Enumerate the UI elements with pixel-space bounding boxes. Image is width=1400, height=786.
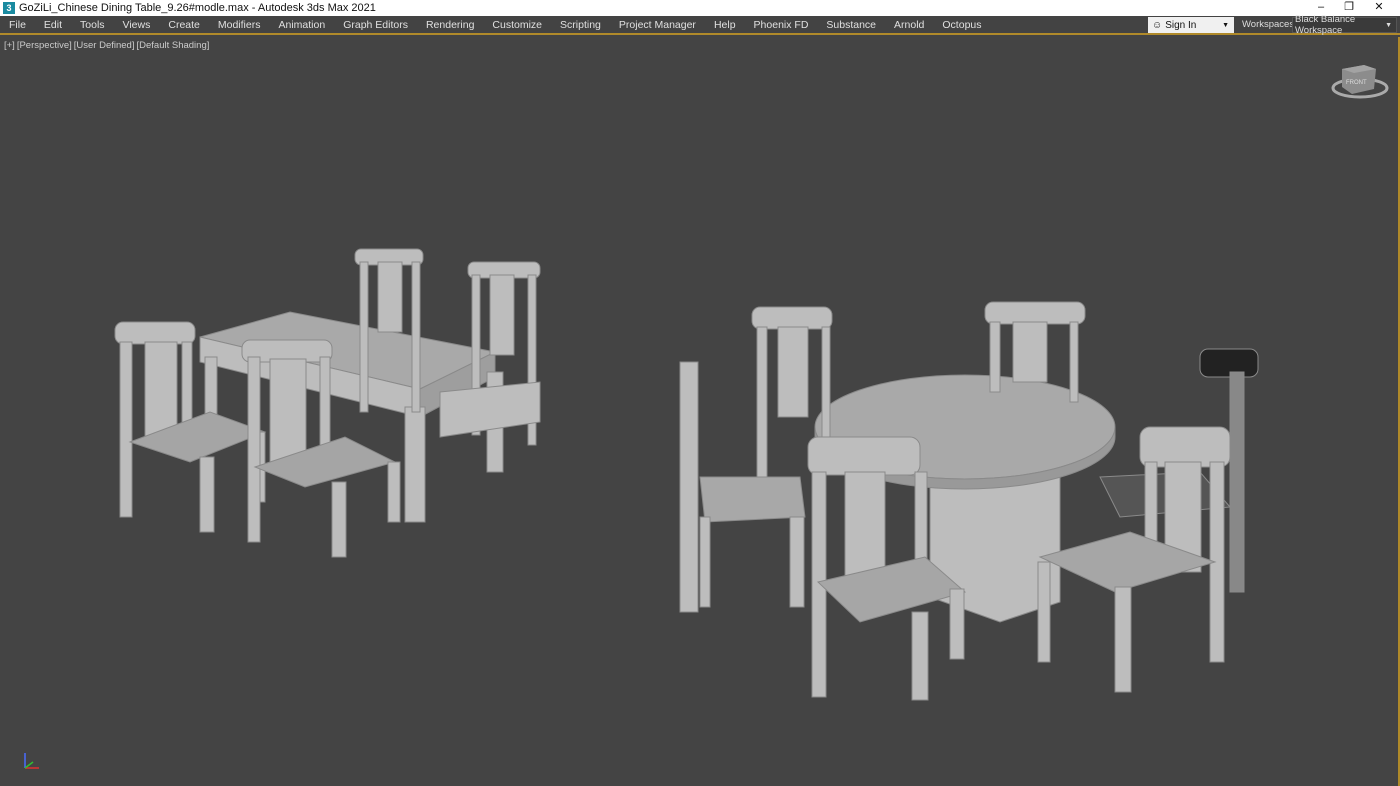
menu-file[interactable]: File (0, 19, 35, 31)
workspaces-value: Black Balance Workspace (1295, 14, 1356, 36)
menu-create[interactable]: Create (159, 19, 209, 31)
scene-render (114, 248, 1259, 701)
sign-in-dropdown[interactable]: ☺ Sign In ▼ (1148, 17, 1234, 33)
menu-phoenix-fd[interactable]: Phoenix FD (745, 19, 818, 31)
viewcube-face-label: FRONT (1346, 80, 1367, 86)
menu-substance[interactable]: Substance (817, 19, 885, 31)
menu-octopus[interactable]: Octopus (933, 19, 990, 31)
menu-customize[interactable]: Customize (483, 19, 551, 31)
menu-scripting[interactable]: Scripting (551, 19, 610, 31)
menu-views[interactable]: Views (114, 19, 160, 31)
viewport-shading[interactable]: [Default Shading] (136, 40, 209, 51)
menu-tools[interactable]: Tools (71, 19, 114, 31)
menu-edit[interactable]: Edit (35, 19, 71, 31)
title-bar: 3 GoZiLi_Chinese Dining Table_9.26#modle… (0, 0, 1400, 16)
menu-bar: File Edit Tools Views Create Modifiers A… (0, 14, 1400, 36)
menu-graph-editors[interactable]: Graph Editors (334, 19, 417, 31)
menu-animation[interactable]: Animation (269, 19, 334, 31)
workspaces-label: Workspaces: (1242, 19, 1297, 30)
menu-modifiers[interactable]: Modifiers (209, 19, 270, 31)
perspective-viewport[interactable]: [+] [Perspective] [User Defined] [Defaul… (0, 37, 1400, 786)
user-icon: ☺ (1152, 19, 1163, 31)
chevron-down-icon: ▼ (1385, 21, 1392, 29)
menu-project-manager[interactable]: Project Manager (610, 19, 705, 31)
workspaces-select[interactable]: Black Balance Workspace ▼ (1292, 14, 1397, 36)
menu-arnold[interactable]: Arnold (885, 19, 933, 31)
viewport-user-defined[interactable]: [User Defined] (74, 40, 135, 51)
chevron-down-icon: ▼ (1222, 21, 1229, 29)
menu-rendering[interactable]: Rendering (417, 19, 483, 31)
axis-tripod-icon (24, 753, 39, 769)
window-title: GoZiLi_Chinese Dining Table_9.26#modle.m… (19, 2, 376, 14)
viewport-label: [+] [Perspective] [User Defined] [Defaul… (4, 40, 209, 51)
viewport-menu-plus[interactable]: [+] (4, 40, 15, 51)
viewport-point-of-view[interactable]: [Perspective] (17, 40, 72, 51)
menu-help[interactable]: Help (705, 19, 745, 31)
app-icon: 3 (3, 2, 15, 14)
viewcube-icon[interactable]: FRONT (1330, 59, 1390, 101)
sign-in-label: Sign In (1165, 19, 1197, 31)
